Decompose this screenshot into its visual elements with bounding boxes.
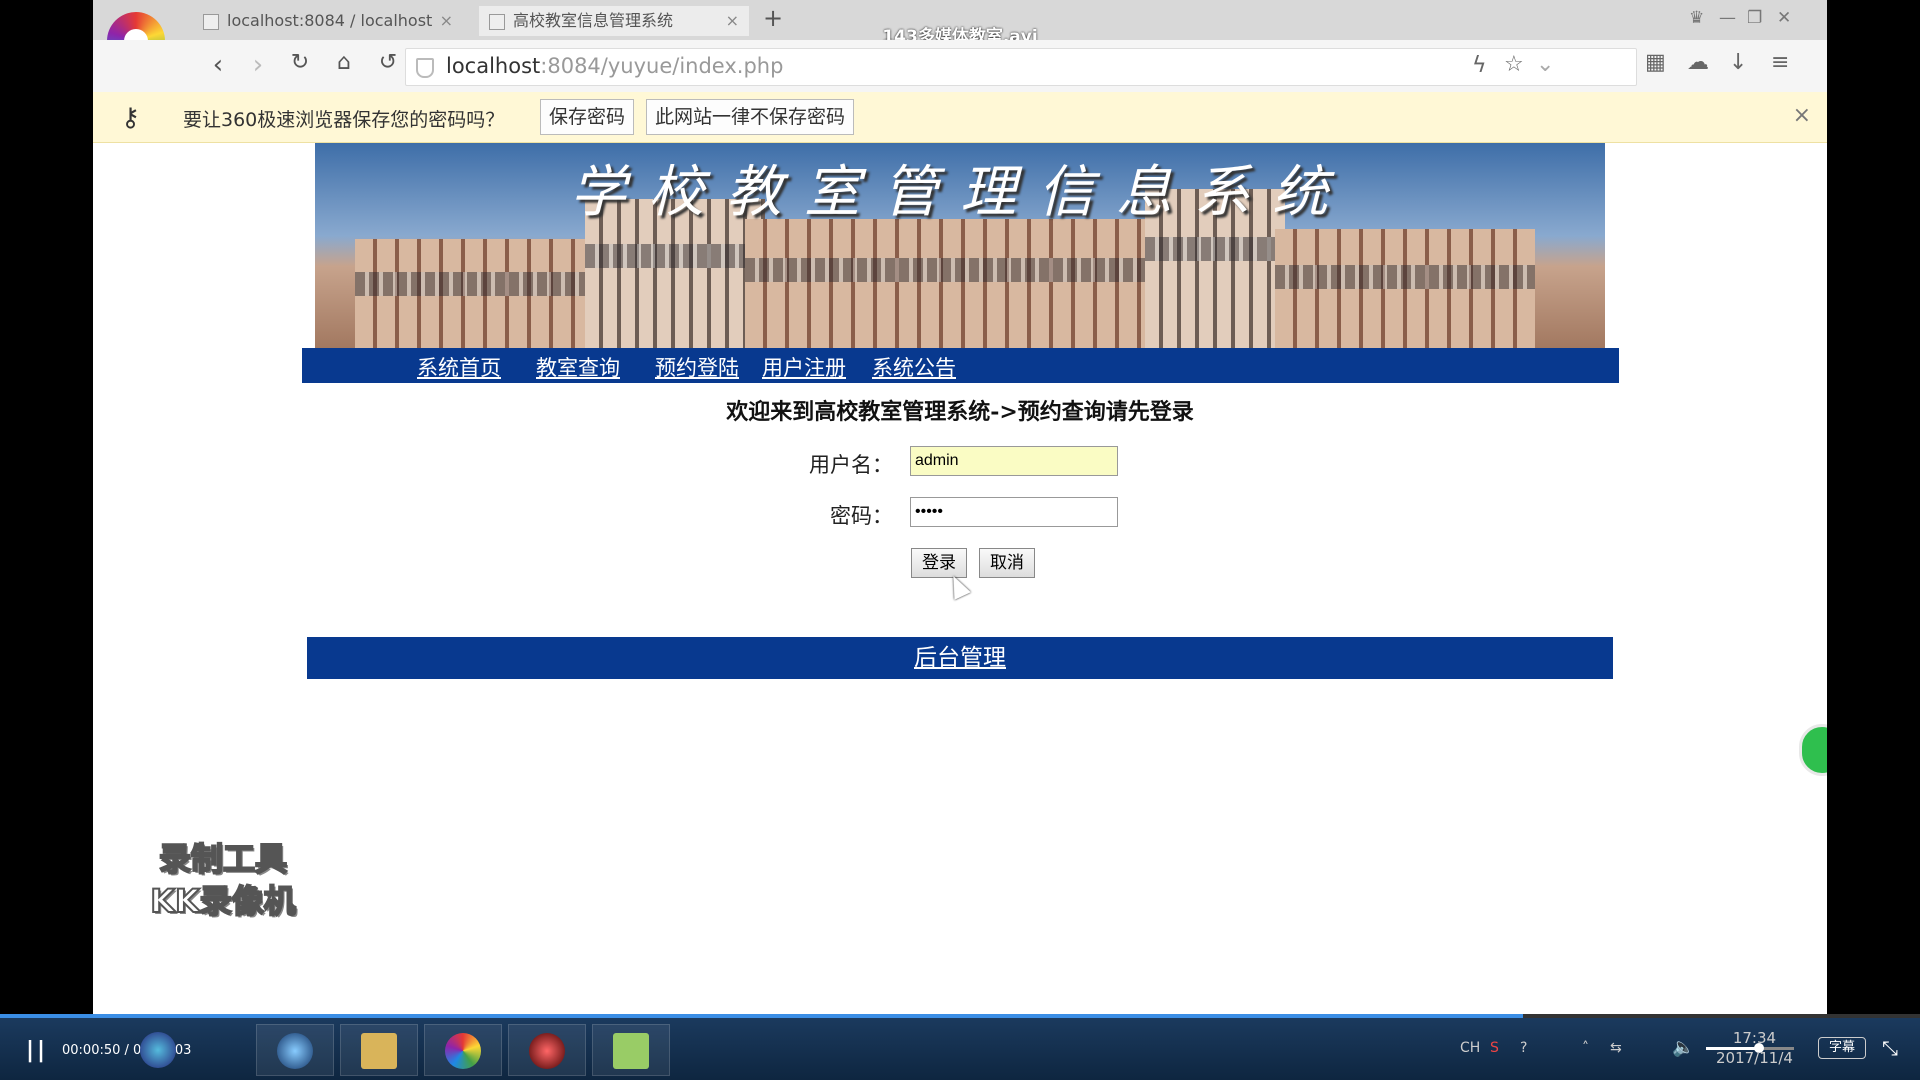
download-icon[interactable]: ↓ <box>1729 50 1747 75</box>
username-label: 用户名： <box>809 453 893 477</box>
flash-icon[interactable]: ϟ <box>1472 53 1487 78</box>
maximize-icon[interactable]: ❐ <box>1747 8 1762 28</box>
forward-icon[interactable]: › <box>243 50 273 80</box>
admin-link[interactable]: 后台管理 <box>914 645 1006 671</box>
ime-icon[interactable]: S <box>1490 1040 1499 1056</box>
editor-icon[interactable] <box>592 1024 670 1076</box>
cloud-icon[interactable]: ☁ <box>1687 50 1709 75</box>
nav-user-register[interactable]: 用户注册 <box>762 352 846 382</box>
help-icon[interactable]: ? <box>1520 1040 1527 1056</box>
password-label: 密码： <box>830 504 893 528</box>
key-icon: ⚷ <box>121 103 141 133</box>
floating-ball-icon[interactable] <box>1799 724 1827 776</box>
minimize-icon[interactable]: — <box>1719 8 1736 28</box>
apps-icon[interactable]: ▦ <box>1645 50 1666 75</box>
tab-bar: localhost:8084 / localhost × 高校教室信息管理系统 … <box>93 0 1827 47</box>
building-image <box>1275 229 1535 349</box>
tray-lang[interactable]: CH <box>1460 1040 1480 1056</box>
chevron-up-icon[interactable]: ˄ <box>1582 1040 1589 1056</box>
nav-classroom-query[interactable]: 教室查询 <box>536 352 620 382</box>
welcome-heading: 欢迎来到高校教室管理系统->预约查询请先登录 <box>726 399 1194 425</box>
fullscreen-exit-icon[interactable]: ⤡ <box>1882 1036 1898 1060</box>
menu-icon[interactable]: ≡ <box>1771 50 1789 75</box>
skin-icon[interactable]: ♛ <box>1689 8 1704 28</box>
video-frame: localhost:8084 / localhost × 高校教室信息管理系统 … <box>93 0 1827 1015</box>
save-password-prompt: 要让360极速浏览器保存您的密码吗？ <box>183 109 505 131</box>
nav-announcements[interactable]: 系统公告 <box>872 352 956 382</box>
url-input[interactable]: localhost:8084/yuyue/index.php ϟ ☆ ⌄ <box>405 48 1637 86</box>
home-icon[interactable]: ⌂ <box>329 50 359 75</box>
never-save-password-button[interactable]: 此网站一律不保存密码 <box>646 99 855 135</box>
browser-360-icon[interactable] <box>424 1024 502 1076</box>
undo-close-icon[interactable]: ↺ <box>373 50 403 75</box>
nav-home[interactable]: 系统首页 <box>417 352 501 382</box>
reload-icon[interactable]: ↻ <box>285 50 315 75</box>
close-icon[interactable]: × <box>1793 103 1811 128</box>
close-window-icon[interactable]: ✕ <box>1777 8 1791 28</box>
nav-booking-login[interactable]: 预约登陆 <box>655 352 739 382</box>
recorder-icon[interactable] <box>508 1024 586 1076</box>
shield-icon <box>416 58 434 78</box>
volume-icon[interactable]: 🔈 <box>1672 1037 1694 1058</box>
subtitle-button[interactable]: 字幕 <box>1818 1037 1866 1059</box>
folder-icon[interactable] <box>340 1024 418 1076</box>
password-input[interactable] <box>910 497 1118 527</box>
username-input[interactable] <box>910 446 1118 476</box>
building-image <box>355 239 615 349</box>
back-icon[interactable]: ‹ <box>203 50 233 80</box>
cancel-button[interactable]: 取消 <box>979 548 1035 578</box>
recorder-watermark: 录制工具 KK录像机 <box>149 839 297 921</box>
banner-title: 学校教室管理信息系统 <box>570 160 1350 225</box>
chevron-down-icon[interactable]: ⌄ <box>1536 52 1554 77</box>
address-bar-row: ‹ › ↻ ⌂ ↺ localhost:8084/yuyue/index.php… <box>93 40 1827 93</box>
app-icon[interactable] <box>120 1024 198 1076</box>
star-icon[interactable]: ☆ <box>1504 52 1524 77</box>
save-password-button[interactable]: 保存密码 <box>540 99 635 135</box>
footer-bar: 后台管理 <box>307 637 1613 679</box>
clock: 17:34 2017/11/4 <box>1716 1029 1793 1067</box>
building-image <box>745 219 1175 349</box>
url-text: localhost:8084/yuyue/index.php <box>446 54 784 78</box>
player-taskbar: || 00:00:50 / 00:01:03 CH S ? ˄ ⇆ 🔈 17:3… <box>0 1018 1920 1080</box>
pause-icon[interactable]: || <box>26 1038 48 1063</box>
save-password-bar: ⚷ 要让360极速浏览器保存您的密码吗？ 保存密码 此网站一律不保存密码 × <box>93 92 1827 143</box>
site-banner: 学校教室管理信息系统 <box>315 143 1605 349</box>
site-nav: 系统首页 教室查询 预约登陆 用户注册 系统公告 <box>302 348 1619 383</box>
network-icon[interactable]: ⇆ <box>1610 1040 1622 1056</box>
ie-icon[interactable] <box>256 1024 334 1076</box>
